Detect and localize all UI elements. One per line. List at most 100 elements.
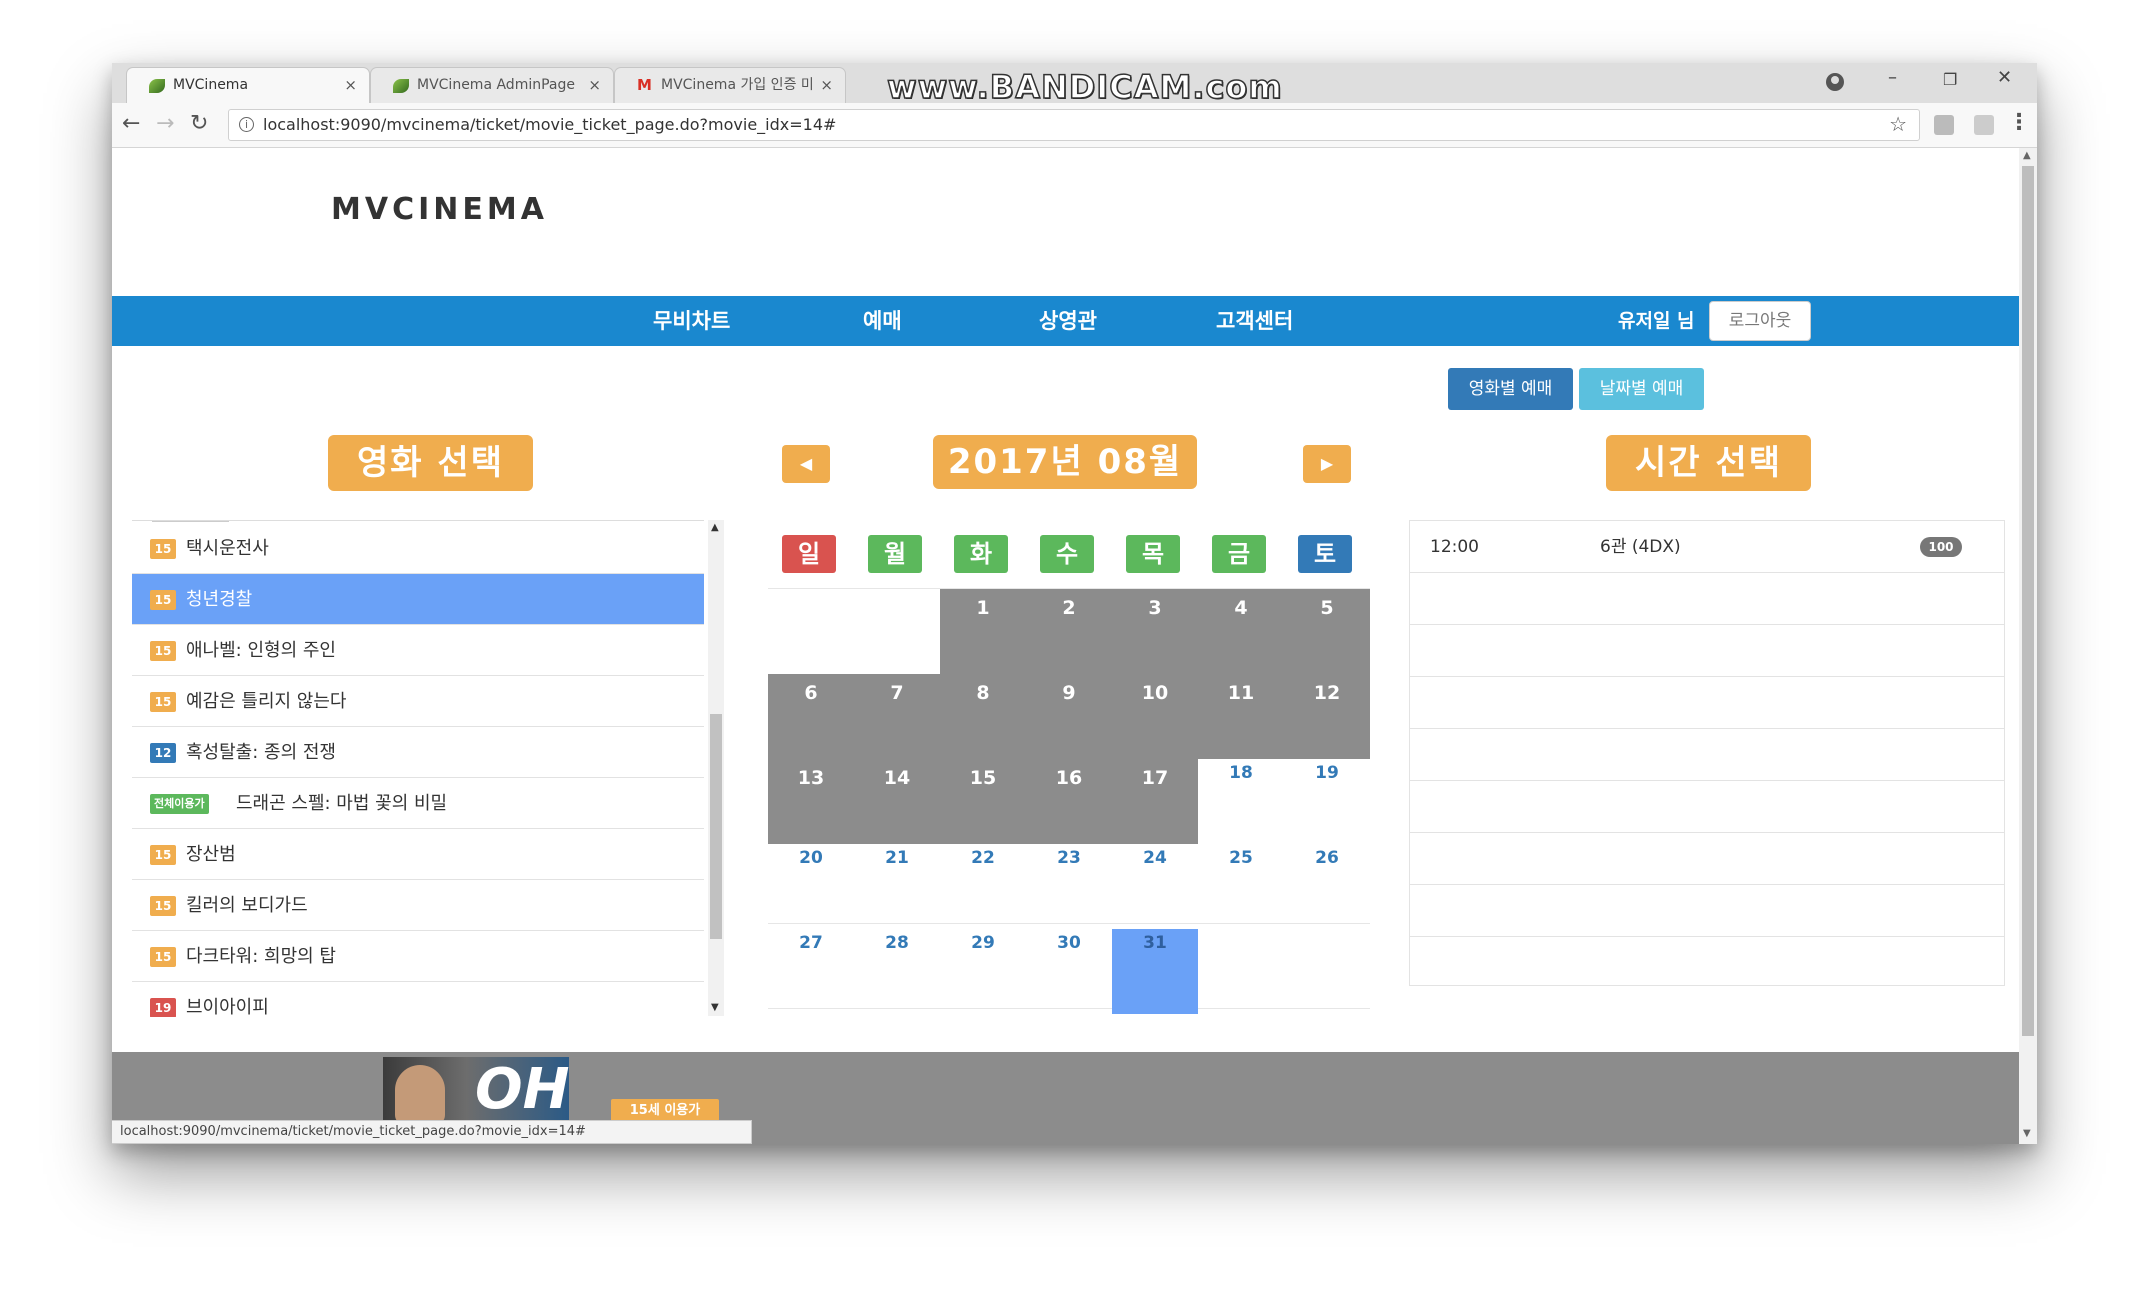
day-cell-past: 11 [1198,674,1284,759]
minimize-icon[interactable]: – [1888,67,1897,88]
address-bar[interactable]: i localhost:9090/mvcinema/ticket/movie_t… [228,109,1920,141]
weekday-fri: 금 [1212,535,1266,573]
rating-badge: 15 [150,539,176,559]
movie-item[interactable]: 15 다크타워: 희망의 탑 [132,931,704,982]
close-tab-icon[interactable]: × [344,68,357,102]
movie-item[interactable]: 15 택시운전사 [132,523,704,574]
empty-row [1410,625,2004,677]
movie-select-title: 영화 선택 [328,435,533,491]
tab-mvcinema[interactable]: MVCinema × [126,67,370,103]
day-cell[interactable]: 30 [1026,929,1112,1014]
tab-gmail[interactable]: M MVCinema 가입 인증 미 × [614,67,846,103]
movie-item[interactable]: 15 킬러의 보디가드 [132,880,704,931]
scroll-down-icon[interactable]: ▼ [711,1002,719,1013]
cast-icon[interactable] [1974,115,1994,135]
day-cell[interactable]: 24 [1112,844,1198,929]
empty-row [1410,833,2004,885]
empty-row [1410,885,2004,937]
next-month-button[interactable]: ▶ [1303,445,1351,483]
leaf-favicon-icon [393,79,409,93]
main-navbar: 무비차트 예매 상영관 고객센터 유저일 님 로그아웃 [112,296,2019,346]
movie-title: 혹성탈출: 종의 전쟁 [186,742,336,763]
extension-icon[interactable] [1934,115,1954,135]
day-cell[interactable]: 21 [854,844,940,929]
scroll-down-icon[interactable]: ▼ [2023,1128,2031,1139]
day-cell[interactable]: 20 [768,844,854,929]
rating-badge: 12 [150,743,176,763]
movie-item[interactable]: 15 장산범 [132,829,704,880]
time-select-title: 시간 선택 [1606,435,1811,491]
tab-title: MVCinema [173,77,249,93]
day-cell-past: 5 [1284,589,1370,674]
movie-item[interactable]: 12 혹성탈출: 종의 전쟁 [132,727,704,778]
day-cell-selected[interactable]: 31 [1112,929,1198,1014]
scroll-up-icon[interactable]: ▲ [2023,150,2031,161]
day-cell-past: 13 [768,759,854,844]
restore-icon[interactable]: ❐ [1943,70,1957,89]
day-cell-past: 1 [940,589,1026,674]
forward-icon[interactable]: → [156,111,174,136]
movie-item[interactable]: 15 예감은 틀리지 않는다 [132,676,704,727]
calendar-month-title: 2017년 08월 [933,435,1197,489]
status-bar: localhost:9090/mvcinema/ticket/movie_tic… [112,1120,752,1144]
rating-badge: 15 [150,947,176,967]
back-icon[interactable]: ← [122,111,140,136]
movie-list-scrollbar[interactable]: ▲ ▼ [708,520,724,1016]
day-cell[interactable]: 22 [940,844,1026,929]
tab-adminpage[interactable]: MVCinema AdminPage × [370,67,614,103]
site-logo[interactable]: MVCINEMA [331,192,548,227]
rating-badge: 15 [150,845,176,865]
by-movie-button[interactable]: 영화별 예매 [1448,368,1573,410]
showtime-list: 12:00 6관 (4DX) 100 [1409,520,2005,986]
prev-month-button[interactable]: ◀ [782,445,830,483]
showtime-hall: 6관 (4DX) [1600,537,1681,557]
movie-title: 장산범 [186,844,236,865]
profile-icon[interactable] [1826,73,1844,91]
day-cell[interactable]: 25 [1198,844,1284,929]
weekday-sat: 토 [1298,535,1352,573]
movie-title: 청년경찰 [186,589,253,610]
movie-item[interactable]: 전체이용가 드래곤 스펠: 마법 꽃의 비밀 [132,778,704,829]
scroll-up-icon[interactable]: ▲ [711,522,719,533]
page-viewport: MVCINEMA 무비차트 예매 상영관 고객센터 유저일 님 로그아웃 영화별… [112,148,2019,1144]
logout-button[interactable]: 로그아웃 [1709,301,1811,341]
movie-item[interactable]: 19 브이아이피 [132,982,704,1017]
reload-icon[interactable]: ↻ [190,111,208,136]
day-cell[interactable]: 29 [940,929,1026,1014]
day-cell-past: 6 [768,674,854,759]
day-cell[interactable]: 18 [1198,759,1284,844]
tab-title: MVCinema AdminPage [417,77,575,93]
showtime-row[interactable]: 12:00 6관 (4DX) 100 [1410,521,2004,573]
day-cell[interactable]: 27 [768,929,854,1014]
nav-reservation[interactable]: 예매 [863,296,902,346]
browser-menu-icon[interactable]: ⋮ [2008,110,2030,135]
seat-count-badge: 100 [1920,537,1962,557]
movie-item-selected[interactable]: 15 청년경찰 [132,574,704,625]
movie-item[interactable]: 15 애나벨: 인형의 주인 [132,625,704,676]
scroll-thumb[interactable] [710,714,722,939]
day-cell-past: 2 [1026,589,1112,674]
weekday-mon: 월 [868,535,922,573]
page-scrollbar[interactable]: ▲ ▼ [2019,148,2037,1144]
close-tab-icon[interactable]: × [588,68,601,102]
nav-customer-center[interactable]: 고객센터 [1216,296,1293,346]
empty-row [1410,573,2004,625]
nav-moviechart[interactable]: 무비차트 [653,296,730,346]
day-cell[interactable]: 19 [1284,759,1370,844]
close-tab-icon[interactable]: × [820,68,833,102]
weekday-tue: 화 [954,535,1008,573]
tab-title: MVCinema 가입 인증 미 [661,77,814,93]
close-window-icon[interactable]: ✕ [1997,67,2012,88]
bookmark-star-icon[interactable]: ☆ [1889,112,1907,136]
day-cell[interactable]: 28 [854,929,940,1014]
day-cell[interactable]: 26 [1284,844,1370,929]
by-date-button[interactable]: 날짜별 예매 [1579,368,1704,410]
bandicam-watermark: www.BANDICAM.com [886,67,1283,107]
day-cell[interactable]: 23 [1026,844,1112,929]
nav-theater[interactable]: 상영관 [1039,296,1097,346]
page-scroll-thumb[interactable] [2022,166,2034,1036]
info-icon[interactable]: i [239,117,254,132]
day-cell-past: 9 [1026,674,1112,759]
day-cell-past: 4 [1198,589,1284,674]
movie-title: 브이아이피 [186,997,269,1017]
